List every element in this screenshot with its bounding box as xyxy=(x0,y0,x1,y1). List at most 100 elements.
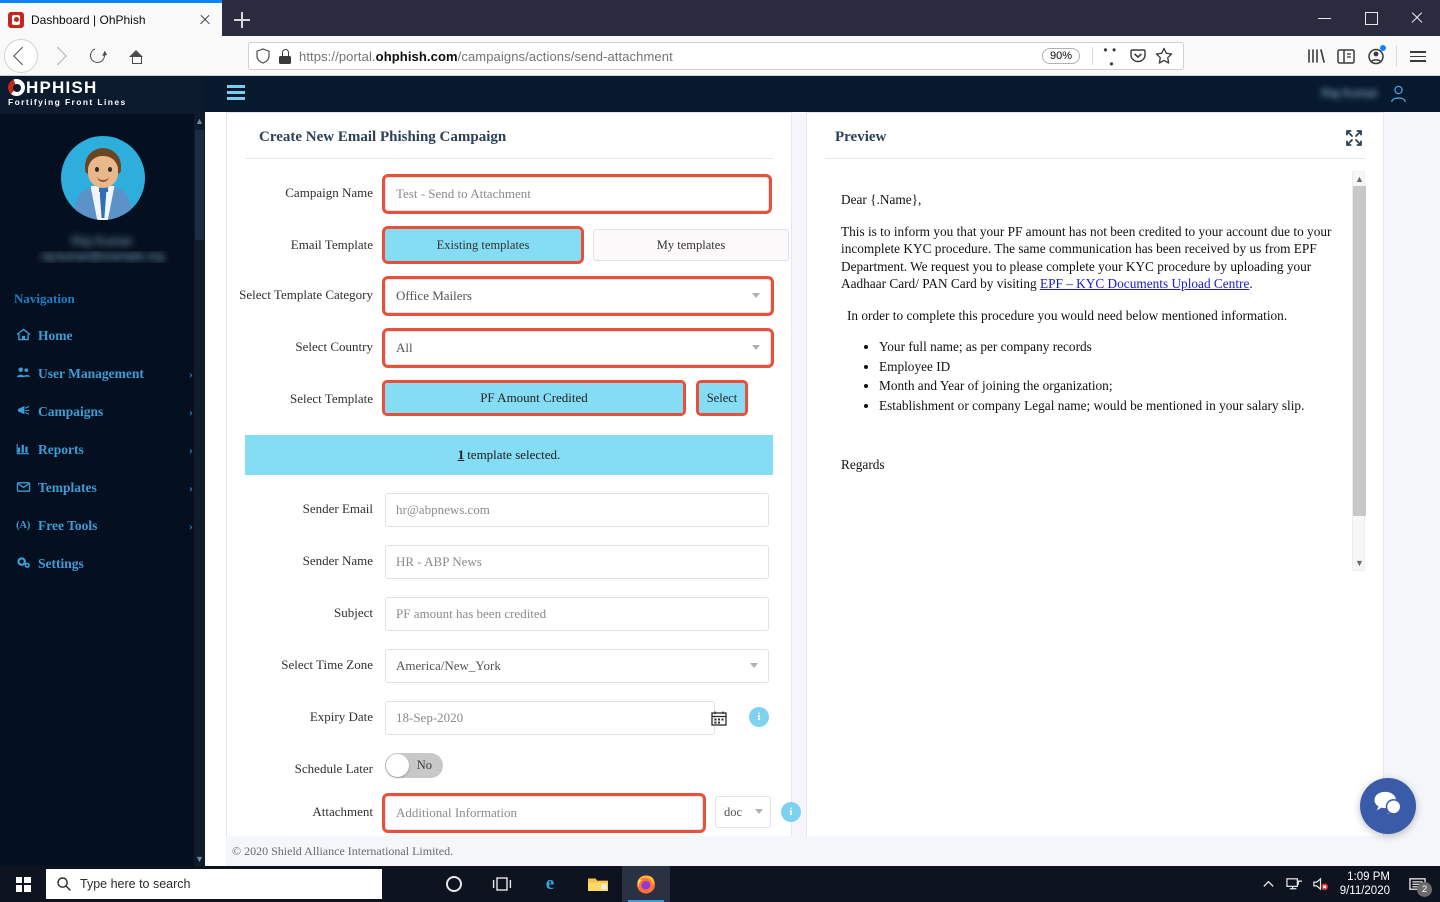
scroll-down-icon[interactable]: ▼ xyxy=(1353,556,1366,570)
home-button[interactable] xyxy=(118,39,152,73)
profile-email: raj.kumar@example.org xyxy=(0,251,205,263)
zoom-level-button[interactable]: 90% xyxy=(1041,48,1080,64)
campaign-name-input[interactable]: Test - Send to Attachment xyxy=(382,174,772,214)
template-category-select[interactable]: Office Mailers xyxy=(382,276,774,316)
divider xyxy=(1092,47,1093,65)
sidebar-item-templates[interactable]: Templates › xyxy=(0,469,205,507)
field-label: Email Template xyxy=(290,237,373,252)
attachment-info-icon[interactable]: i xyxy=(781,802,801,822)
browser-tab[interactable]: Dashboard | OhPhish xyxy=(0,3,222,36)
app-menu-button[interactable] xyxy=(1402,42,1434,70)
forward-button[interactable] xyxy=(42,39,76,73)
system-tray: 1:09 PM 9/11/2020 2 xyxy=(1256,866,1440,902)
taskbar-clock[interactable]: 1:09 PM 9/11/2020 xyxy=(1334,870,1400,898)
url-prefix: https://portal. xyxy=(299,48,376,64)
address-bar[interactable]: https://portal.ohphish.com/campaigns/act… xyxy=(248,42,1184,71)
sidebar-item-settings[interactable]: Settings xyxy=(0,545,205,583)
start-button[interactable] xyxy=(0,866,46,902)
volume-muted-icon[interactable] xyxy=(1308,866,1334,902)
preview-scrollbar[interactable]: ▲ ▼ xyxy=(1352,171,1366,571)
new-tab-button[interactable] xyxy=(228,6,256,34)
calendar-icon[interactable] xyxy=(711,710,727,726)
arrow-right-icon xyxy=(48,46,67,65)
tab-strip: Dashboard | OhPhish xyxy=(0,0,1440,36)
close-icon[interactable] xyxy=(196,11,214,29)
bookmark-star-icon[interactable] xyxy=(1153,45,1175,67)
page-actions-icon[interactable] xyxy=(1101,43,1123,71)
sidebar-item-free-tools[interactable]: (A) Free Tools › xyxy=(0,507,205,545)
taskbar-search-input[interactable]: Type here to search xyxy=(46,869,382,899)
shield-icon[interactable] xyxy=(255,48,271,64)
notification-center-button[interactable]: 2 xyxy=(1400,866,1434,902)
sidebar-item-home[interactable]: Home xyxy=(0,317,205,355)
subject-input[interactable]: PF amount has been credited xyxy=(385,597,769,631)
country-select[interactable]: All xyxy=(382,328,774,368)
library-icon[interactable] xyxy=(1301,42,1331,70)
account-icon[interactable] xyxy=(1361,42,1391,70)
preview-email-body: Dear {.Name}, This is to inform you that… xyxy=(807,159,1385,589)
select-template-button[interactable]: Select xyxy=(696,380,748,416)
field-label: Select Time Zone xyxy=(281,657,373,672)
maximize-button[interactable] xyxy=(1348,0,1394,36)
kyc-upload-link[interactable]: EPF – KYC Documents Upload Centre xyxy=(1040,276,1249,291)
window-close-button[interactable] xyxy=(1394,0,1440,36)
profile-email-masked: raj.kumar@example.org xyxy=(41,251,164,263)
expiry-info-icon[interactable]: i xyxy=(749,707,769,727)
timezone-select[interactable]: America/New_York xyxy=(385,649,769,683)
sender-name-input[interactable]: HR - ABP News xyxy=(385,545,769,579)
chevron-right-icon: › xyxy=(189,366,193,381)
campaign-form-card: Create New Email Phishing Campaign Campa… xyxy=(226,112,801,866)
preview-signoff: Regards xyxy=(841,457,885,473)
scroll-down-icon[interactable]: ▼ xyxy=(194,852,205,866)
scrollbar-thumb[interactable] xyxy=(1353,186,1366,516)
back-button[interactable] xyxy=(4,38,38,73)
selected-template-button[interactable]: PF Amount Credited xyxy=(382,380,686,416)
page-viewport: HPHISH Fortifying Front Lines Raj Kumar … xyxy=(0,76,1440,866)
chat-support-button[interactable] xyxy=(1360,778,1416,834)
expand-icon[interactable] xyxy=(1345,129,1363,147)
tab-existing-templates[interactable]: Existing templates xyxy=(382,226,584,264)
cortana-icon[interactable] xyxy=(430,866,478,902)
url-path: /campaigns/actions/send-attachment xyxy=(457,48,673,64)
main-content: Create New Email Phishing Campaign Campa… xyxy=(226,112,1440,866)
selected-value: America/New_York xyxy=(396,658,501,673)
svg-text:(A): (A) xyxy=(16,520,30,531)
chevron-down-icon xyxy=(752,345,760,350)
tab-my-templates[interactable]: My templates xyxy=(593,229,789,261)
network-icon[interactable] xyxy=(1282,866,1308,902)
edge-icon[interactable]: e xyxy=(526,866,574,902)
reload-button[interactable] xyxy=(80,39,114,73)
expiry-date-input[interactable]: 18-Sep-2020 xyxy=(385,701,715,735)
sidebar-item-label: Free Tools xyxy=(38,518,98,533)
menu-toggle-button[interactable] xyxy=(227,85,245,101)
chevron-down-icon xyxy=(750,663,758,668)
logo-tagline: Fortifying Front Lines xyxy=(8,97,127,107)
minimize-button[interactable] xyxy=(1302,0,1348,36)
scrollbar-thumb[interactable] xyxy=(195,130,204,240)
sidebar-toggle-icon[interactable] xyxy=(1331,42,1361,70)
divider xyxy=(245,158,773,159)
sidebar: HPHISH Fortifying Front Lines Raj Kumar … xyxy=(0,76,205,866)
sidebar-scrollbar[interactable]: ▲ ▼ xyxy=(194,114,205,866)
sender-email-input[interactable]: hr@abpnews.com xyxy=(385,493,769,527)
firefox-icon[interactable] xyxy=(622,866,670,902)
sidebar-item-reports[interactable]: Reports › xyxy=(0,431,205,469)
scroll-up-icon[interactable]: ▲ xyxy=(1353,172,1366,186)
task-view-icon[interactable] xyxy=(478,866,526,902)
attachment-type-select[interactable]: doc xyxy=(715,796,771,828)
scroll-up-icon[interactable]: ▲ xyxy=(194,114,205,128)
show-hidden-icons-chevron[interactable] xyxy=(1256,866,1282,902)
app-logo[interactable]: HPHISH Fortifying Front Lines xyxy=(0,76,205,114)
envelope-icon xyxy=(16,480,38,497)
schedule-later-toggle[interactable]: No xyxy=(385,753,443,778)
pocket-icon[interactable] xyxy=(1127,45,1149,67)
sidebar-item-campaigns[interactable]: Campaigns › xyxy=(0,393,205,431)
field-label: Sender Name xyxy=(302,553,373,568)
user-avatar-icon[interactable] xyxy=(1389,84,1408,103)
chat-bubbles-icon xyxy=(1372,790,1404,823)
list-item: Establishment or company Legal name; wou… xyxy=(879,397,1355,415)
attachment-name-input[interactable]: Additional Information xyxy=(382,793,706,833)
sidebar-item-user-management[interactable]: User Management › xyxy=(0,355,205,393)
file-explorer-icon[interactable] xyxy=(574,866,622,902)
notification-count-badge: 2 xyxy=(1417,882,1432,897)
